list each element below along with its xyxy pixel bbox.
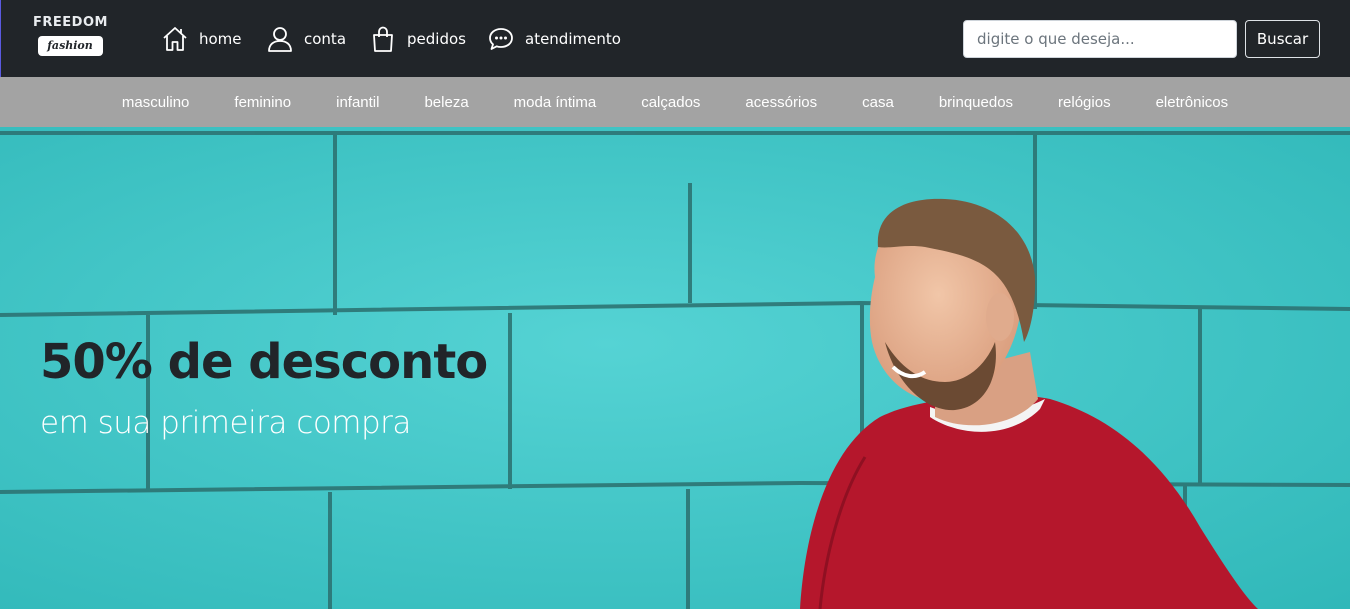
brand-tagline: fashion xyxy=(37,36,103,56)
shopping-bag-icon xyxy=(373,26,393,52)
nav-account-label: conta xyxy=(304,30,347,48)
chat-bubble-icon xyxy=(489,28,513,50)
nav-support-link[interactable]: atendimento xyxy=(487,24,621,54)
category-moda-intima[interactable]: moda íntima xyxy=(491,94,619,111)
category-feminino[interactable]: feminino xyxy=(212,94,314,111)
hero-banner[interactable]: 50% de desconto em sua primeira compra xyxy=(0,127,1350,609)
search-input[interactable] xyxy=(963,20,1237,58)
nav-home-link[interactable]: home xyxy=(161,24,242,54)
nav-orders-label: pedidos xyxy=(407,30,466,48)
nav-home-label: home xyxy=(199,30,242,48)
search-button[interactable]: Buscar xyxy=(1245,20,1320,58)
category-bar: masculino feminino infantil beleza moda … xyxy=(0,77,1350,127)
category-casa[interactable]: casa xyxy=(840,94,917,111)
hero-headline: 50% de desconto xyxy=(40,334,488,390)
category-acessorios[interactable]: acessórios xyxy=(723,94,840,111)
category-brinquedos[interactable]: brinquedos xyxy=(916,94,1035,111)
category-eletronicos[interactable]: eletrônicos xyxy=(1133,94,1251,111)
category-infantil[interactable]: infantil xyxy=(314,94,402,111)
top-navbar: FREEDOM fashion home conta pedidos atend… xyxy=(0,0,1350,77)
brand-name: FREEDOM xyxy=(33,15,108,30)
nav-orders-link[interactable]: pedidos xyxy=(369,24,466,54)
nav-support-label: atendimento xyxy=(525,30,621,48)
hero-subheadline: em sua primeira compra xyxy=(40,405,411,441)
category-relogios[interactable]: relógios xyxy=(1036,94,1134,111)
category-masculino[interactable]: masculino xyxy=(99,94,212,111)
user-icon xyxy=(268,27,292,52)
brand-logo[interactable]: FREEDOM fashion xyxy=(33,15,107,56)
category-calcados[interactable]: calçados xyxy=(619,94,723,111)
nav-account-link[interactable]: conta xyxy=(266,24,346,54)
category-beleza[interactable]: beleza xyxy=(402,94,491,111)
house-icon xyxy=(163,27,187,51)
